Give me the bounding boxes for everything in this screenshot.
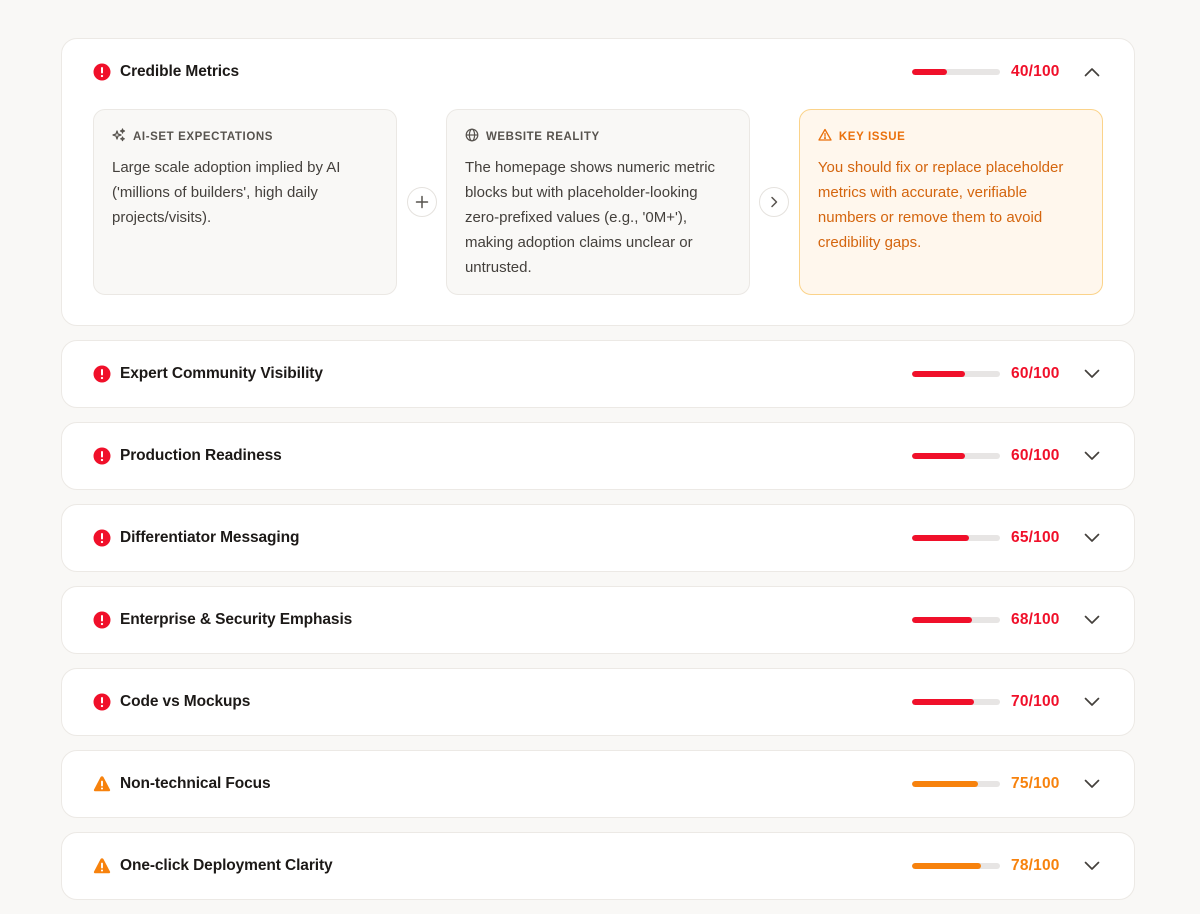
error-circle-icon [93,365,111,383]
insight-card-credible-metrics: Credible Metrics 40/100 AI-SET EXPECTATI… [61,38,1135,326]
error-circle-icon [93,529,111,547]
score-bar-fill [912,453,965,459]
insight-card-header[interactable]: Expert Community Visibility 60/100 [62,341,1134,407]
insight-card-header[interactable]: Differentiator Messaging 65/100 [62,505,1134,571]
insight-card: Expert Community Visibility 60/100 [61,340,1135,408]
insight-card-header[interactable]: Credible Metrics 40/100 [62,39,1134,105]
ai-expectations-text: Large scale adoption implied by AI ('mil… [112,159,341,226]
score-text: 70/100 [1011,693,1060,710]
key-issue-heading: KEY ISSUE [818,128,1084,145]
score-text: 78/100 [1011,857,1060,874]
website-reality-heading: WEBSITE REALITY [465,128,731,145]
ai-expectations-heading: AI-SET EXPECTATIONS [112,128,378,145]
globe-icon [465,128,479,145]
chevron-down-icon[interactable] [1082,446,1102,466]
score-text: 65/100 [1011,529,1060,546]
insight-card: Code vs Mockups 70/100 [61,668,1135,736]
insight-title: Enterprise & Security Emphasis [120,611,353,628]
score-text: 40/100 [1011,63,1060,80]
plus-connector [406,187,437,217]
score-bar [912,699,1000,705]
chevron-right-icon [771,196,778,208]
website-reality-panel: WEBSITE REALITY The homepage shows numer… [445,109,751,295]
warning-triangle-icon [818,128,832,145]
score-bar-fill [912,535,970,541]
warning-triangle-icon [93,775,111,793]
insights-list: Credible Metrics 40/100 AI-SET EXPECTATI… [61,38,1135,914]
score-bar-fill [912,699,974,705]
score-bar [912,863,1000,869]
key-issue-text: You should fix or replace placeholder me… [817,159,1064,251]
insight-card-header[interactable]: One-click Deployment Clarity 78/100 [62,833,1134,899]
insight-card: Enterprise & Security Emphasis 68/100 [61,586,1135,654]
chevron-down-icon[interactable] [1082,610,1102,630]
insight-card: Production Readiness 60/100 [61,422,1135,490]
score-text: 60/100 [1011,365,1060,382]
error-circle-icon [93,693,111,711]
chevron-down-icon[interactable] [1082,692,1102,712]
insight-card: Differentiator Messaging 65/100 [61,504,1135,572]
score-bar-fill [912,371,965,377]
insight-card-header[interactable]: Production Readiness 60/100 [62,423,1134,489]
score-bar-fill [912,781,978,787]
score-text: 68/100 [1011,611,1060,628]
score-text: 60/100 [1011,447,1060,464]
insight-details: AI-SET EXPECTATIONS Large scale adoption… [62,105,1134,325]
website-reality-text: The homepage shows numeric metric blocks… [464,159,716,276]
plus-icon [415,195,428,209]
score-bar-fill [912,617,972,623]
insight-title: Code vs Mockups [120,693,251,710]
arrow-connector [759,187,790,217]
score-bar [912,535,1000,541]
chevron-down-icon[interactable] [1082,774,1102,794]
chevron-down-icon[interactable] [1082,856,1102,876]
insight-title: Credible Metrics [120,63,239,80]
insight-title: Expert Community Visibility [120,365,323,382]
error-circle-icon [93,447,111,465]
score-bar [912,69,1000,75]
warning-triangle-icon [93,857,111,875]
insight-card-header[interactable]: Enterprise & Security Emphasis 68/100 [62,587,1134,653]
score-text: 75/100 [1011,775,1060,792]
insight-card: Non-technical Focus 75/100 [61,750,1135,818]
sparkles-icon [112,128,126,145]
insight-card: One-click Deployment Clarity 78/100 [61,832,1135,900]
insight-card-header[interactable]: Code vs Mockups 70/100 [62,669,1134,735]
insight-title: Non-technical Focus [120,775,271,792]
score-bar-fill [912,69,948,75]
chevron-down-icon[interactable] [1082,528,1102,548]
ai-expectations-panel: AI-SET EXPECTATIONS Large scale adoption… [93,109,398,295]
score-bar [912,371,1000,377]
insight-title: One-click Deployment Clarity [120,857,333,874]
score-bar [912,781,1000,787]
score-bar-fill [912,863,981,869]
insight-card-header[interactable]: Non-technical Focus 75/100 [62,751,1134,817]
score-bar [912,453,1000,459]
score-bar [912,617,1000,623]
insight-title: Production Readiness [120,447,282,464]
error-circle-icon [93,611,111,629]
key-issue-panel: KEY ISSUE You should fix or replace plac… [798,109,1104,295]
chevron-down-icon[interactable] [1082,364,1102,384]
error-circle-icon [93,63,111,81]
insight-title: Differentiator Messaging [120,529,300,546]
chevron-up-icon[interactable] [1082,62,1102,82]
